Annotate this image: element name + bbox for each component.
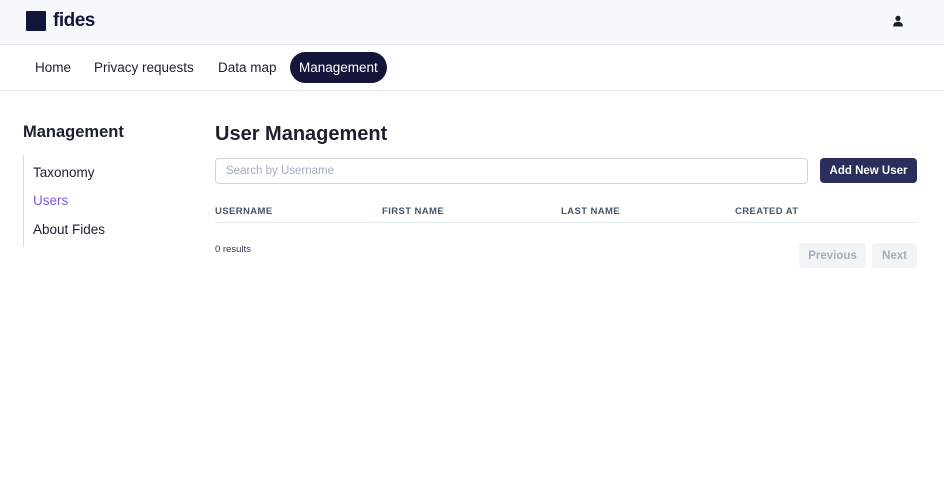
sidebar-item-about-fides[interactable]: About Fides (33, 222, 105, 237)
next-page-button[interactable]: Next (872, 243, 917, 268)
add-new-user-button[interactable]: Add New User (820, 158, 917, 183)
logo-mark-icon (26, 11, 46, 31)
nav-data-map[interactable]: Data map (209, 52, 286, 83)
previous-page-button[interactable]: Previous (799, 243, 866, 268)
logo-text: fides (53, 10, 95, 31)
sidebar-item-taxonomy[interactable]: Taxonomy (33, 165, 95, 180)
sidebar-menu: Taxonomy Users About Fides (23, 155, 143, 247)
column-header-first-name[interactable]: FIRST NAME (382, 206, 444, 217)
top-bar: fides (0, 0, 944, 45)
column-header-created-at[interactable]: CREATED AT (735, 206, 798, 217)
search-input[interactable] (215, 158, 808, 184)
user-icon[interactable] (892, 15, 904, 27)
main-nav: Home Privacy requests Data map Managemen… (0, 45, 944, 91)
nav-home[interactable]: Home (26, 52, 80, 83)
table-header: USERNAME FIRST NAME LAST NAME CREATED AT (215, 200, 917, 223)
page-title: User Management (215, 123, 388, 145)
column-header-last-name[interactable]: LAST NAME (561, 206, 620, 217)
sidebar-item-users[interactable]: Users (33, 193, 68, 208)
nav-management[interactable]: Management (290, 52, 387, 83)
results-count: 0 results (215, 244, 251, 255)
column-header-username[interactable]: USERNAME (215, 206, 273, 217)
sidebar-title: Management (23, 123, 124, 141)
fides-logo[interactable]: fides (26, 11, 95, 31)
nav-privacy-requests[interactable]: Privacy requests (85, 52, 203, 83)
